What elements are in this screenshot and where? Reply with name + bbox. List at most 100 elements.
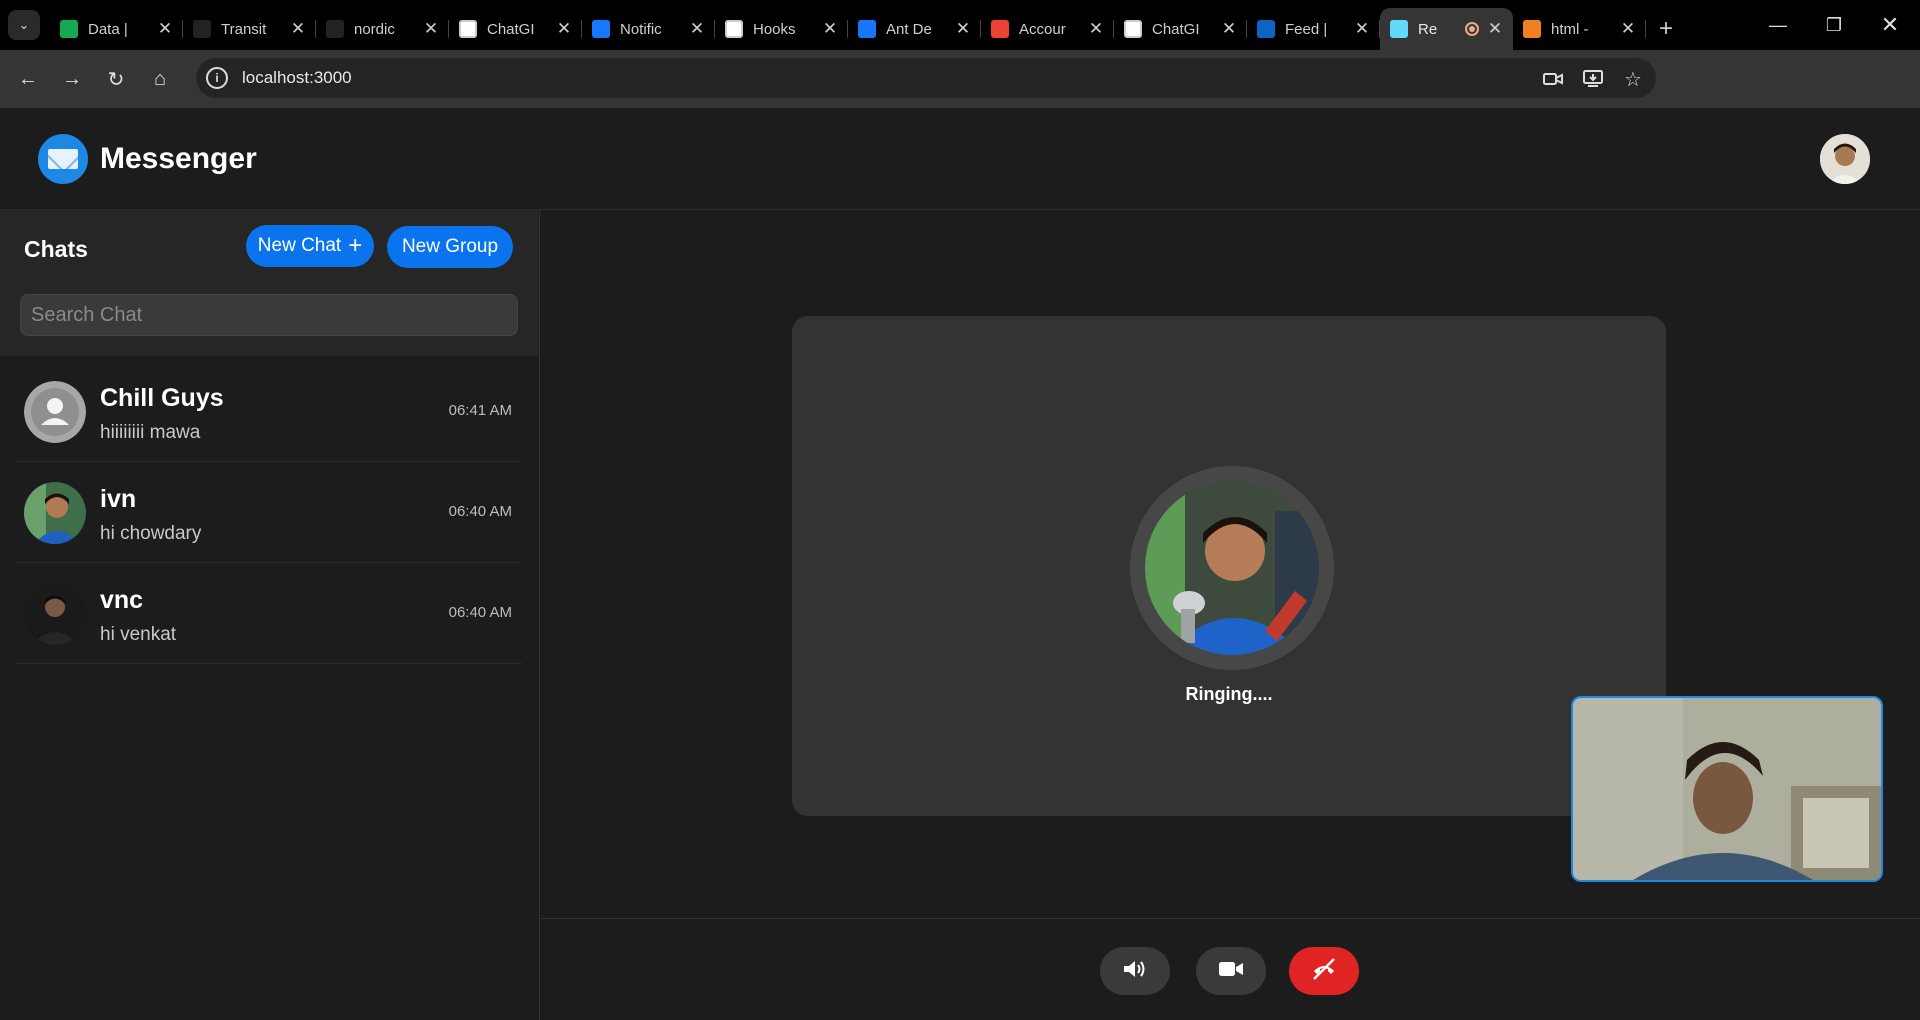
tab-search-chevron-icon[interactable]: ⌄	[8, 10, 40, 40]
browser-tab[interactable]: Notific ✕	[582, 12, 715, 46]
reload-icon[interactable]: ↻	[98, 61, 134, 97]
tab-close-icon[interactable]: ✕	[1487, 19, 1503, 39]
tab-title: Ant De	[886, 20, 932, 38]
new-chat-button[interactable]: New Chat +	[246, 225, 374, 267]
group-avatar-icon	[24, 381, 86, 443]
new-chat-label: New Chat	[257, 235, 342, 256]
browser-tab[interactable]: nordic ✕	[316, 12, 449, 46]
browser-tab[interactable]: Ant De ✕	[848, 12, 981, 46]
tab-close-icon[interactable]: ✕	[689, 19, 705, 39]
search-chat-input[interactable]	[20, 294, 518, 336]
tab-close-icon[interactable]: ✕	[1354, 19, 1370, 39]
home-icon[interactable]: ⌂	[142, 61, 178, 97]
speaker-button[interactable]	[1100, 947, 1170, 995]
tab-close-icon[interactable]: ✕	[423, 19, 439, 39]
forward-arrow-icon[interactable]: →	[54, 61, 90, 97]
browser-tab[interactable]: Data | ✕	[50, 12, 183, 46]
browser-tab[interactable]: html - ✕	[1513, 12, 1646, 46]
plus-icon: +	[348, 232, 363, 259]
browser-toolbar: ← → ↻ ⌂ i localhost:3000 ☆ ⋮	[0, 50, 1920, 140]
video-camera-icon	[1218, 960, 1244, 983]
chat-timestamp: 06:40 AM	[448, 604, 512, 621]
user-avatar[interactable]	[1820, 134, 1870, 184]
chat-name: ivn	[100, 485, 137, 513]
tab-strip: Data | ✕ Transit ✕ nordic ✕ ChatGI ✕ Notific ✕ Hoo…	[50, 8, 1686, 50]
bookmark-star-icon[interactable]: ☆	[1622, 68, 1644, 91]
stackoverflow-icon	[1523, 20, 1541, 38]
openai-icon	[1124, 20, 1142, 38]
speaker-volume-icon	[1122, 958, 1148, 985]
callee-avatar-ring	[1130, 466, 1334, 670]
tab-title: Transit	[221, 20, 267, 38]
browser-tab-bar: ⌄ Data | ✕ Transit ✕ nordic ✕ ChatGI ✕ Notific ✕ H…	[0, 0, 1920, 50]
minimize-icon[interactable]: —	[1750, 0, 1806, 50]
restore-icon[interactable]: ❐	[1806, 0, 1862, 50]
browser-tab[interactable]: Hooks ✕	[715, 12, 848, 46]
app-header: Messenger	[0, 108, 1920, 210]
tab-close-icon[interactable]: ✕	[822, 19, 838, 39]
react-icon	[1390, 20, 1408, 38]
contact-avatar	[24, 583, 86, 645]
framer-icon	[193, 20, 211, 38]
install-app-icon[interactable]	[1582, 68, 1604, 90]
browser-tab[interactable]: Accour ✕	[981, 12, 1114, 46]
chat-list-item[interactable]: vnc hi venkat 06:40 AM	[16, 564, 522, 664]
site-info-icon[interactable]: i	[206, 67, 228, 89]
tab-title: Hooks	[753, 20, 796, 38]
chat-last-message: hi chowdary	[100, 523, 202, 544]
chat-last-message: hiiiiiiii mawa	[100, 422, 201, 443]
tab-title: ChatGI	[1152, 20, 1200, 38]
phone-hangup-icon	[1310, 957, 1338, 986]
callee-avatar	[1145, 481, 1319, 655]
tab-title: Accour	[1019, 20, 1066, 38]
tab-title: Notific	[620, 20, 662, 38]
end-call-button[interactable]	[1289, 947, 1359, 995]
chat-name: Chill Guys	[100, 384, 224, 412]
call-controls-bar	[541, 918, 1920, 1020]
antd-icon	[592, 20, 610, 38]
codesandbox-icon	[725, 20, 743, 38]
tab-title: html -	[1551, 20, 1589, 38]
openai-icon	[459, 20, 477, 38]
gmail-icon	[991, 20, 1009, 38]
local-video-preview	[1571, 696, 1883, 882]
antd-icon	[858, 20, 876, 38]
tab-close-icon[interactable]: ✕	[1088, 19, 1104, 39]
chat-name: vnc	[100, 586, 144, 614]
chat-sidebar: Chats New Chat + New Group Chill Guys hi…	[0, 210, 540, 1020]
leaf-icon	[60, 20, 78, 38]
tab-title: Data |	[88, 20, 128, 38]
close-window-icon[interactable]: ✕	[1862, 0, 1918, 50]
browser-tab[interactable]: ChatGI ✕	[1114, 12, 1247, 46]
tab-close-icon[interactable]: ✕	[955, 19, 971, 39]
tab-title: Re	[1418, 20, 1438, 38]
camera-in-use-icon[interactable]	[1542, 68, 1564, 90]
tab-title: Feed |	[1285, 20, 1328, 38]
tab-close-icon[interactable]: ✕	[157, 19, 173, 39]
new-group-button[interactable]: New Group	[387, 226, 513, 268]
tab-close-icon[interactable]: ✕	[290, 19, 306, 39]
chat-list-item[interactable]: ivn hi chowdary 06:40 AM	[16, 463, 522, 563]
address-bar[interactable]: i localhost:3000 ☆	[196, 58, 1656, 98]
tab-title: nordic	[354, 20, 395, 38]
chat-last-message: hi venkat	[100, 624, 177, 645]
new-tab-plus-icon[interactable]: +	[1646, 8, 1686, 50]
back-arrow-icon[interactable]: ←	[10, 61, 46, 97]
chat-timestamp: 06:41 AM	[448, 402, 512, 419]
browser-tab[interactable]: Feed | ✕	[1247, 12, 1380, 46]
video-toggle-button[interactable]	[1196, 947, 1266, 995]
tab-close-icon[interactable]: ✕	[1221, 19, 1237, 39]
call-status: Ringing....	[1185, 684, 1273, 704]
contact-avatar	[24, 482, 86, 544]
linkedin-icon	[1257, 20, 1275, 38]
browser-tab[interactable]: Transit ✕	[183, 12, 316, 46]
tab-close-icon[interactable]: ✕	[556, 19, 572, 39]
chat-list-item[interactable]: Chill Guys hiiiiiiii mawa 06:41 AM	[16, 362, 522, 462]
browser-tab[interactable]: Re ✕	[1380, 8, 1513, 50]
call-area: Ringing....	[541, 210, 1920, 1020]
tab-close-icon[interactable]: ✕	[1620, 19, 1636, 39]
messenger-app: Messenger Chats New Chat + New Group Sea…	[0, 108, 1920, 1020]
browser-tab[interactable]: ChatGI ✕	[449, 12, 582, 46]
address-url[interactable]: localhost:3000	[242, 68, 352, 88]
chats-heading: Chats	[24, 236, 88, 262]
